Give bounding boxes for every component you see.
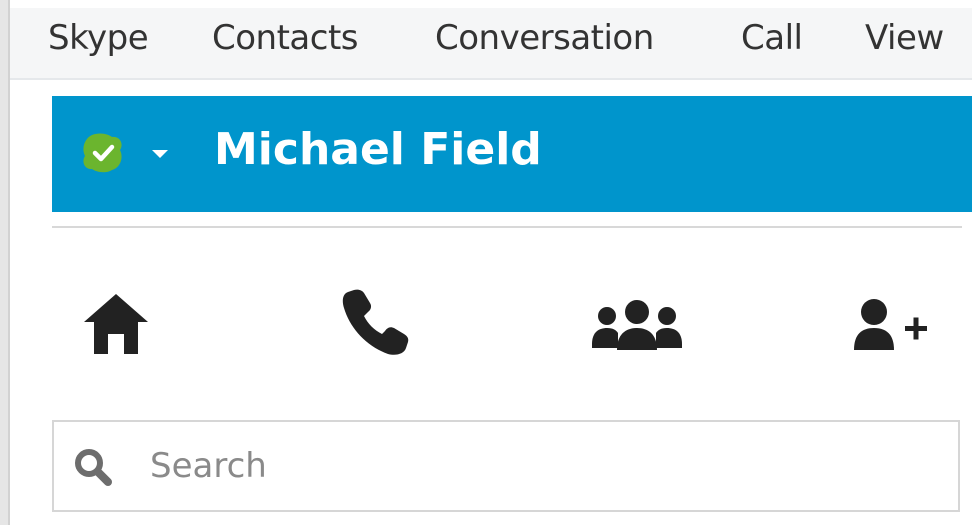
add-contact-icon[interactable] xyxy=(852,288,942,358)
profile-header: Michael Field xyxy=(52,96,972,212)
menu-conversation[interactable]: Conversation xyxy=(435,18,654,58)
window-left-border xyxy=(0,0,10,525)
phone-icon[interactable] xyxy=(338,288,428,358)
skype-window: Skype Contacts Conversation Call View Mi… xyxy=(0,0,972,525)
menu-bar: Skype Contacts Conversation Call View xyxy=(10,8,972,80)
status-dropdown-caret-icon[interactable] xyxy=(152,150,168,158)
header-divider xyxy=(52,226,962,228)
profile-name[interactable]: Michael Field xyxy=(214,124,542,175)
search-box xyxy=(52,420,960,512)
menu-view[interactable]: View xyxy=(865,18,944,58)
home-icon[interactable] xyxy=(82,288,172,358)
online-status-icon[interactable] xyxy=(82,132,124,174)
menu-contacts[interactable]: Contacts xyxy=(212,18,359,58)
menu-skype[interactable]: Skype xyxy=(48,18,149,58)
group-icon[interactable] xyxy=(590,288,682,358)
search-icon xyxy=(74,448,114,488)
menu-call[interactable]: Call xyxy=(741,18,803,58)
search-input[interactable] xyxy=(150,440,930,492)
